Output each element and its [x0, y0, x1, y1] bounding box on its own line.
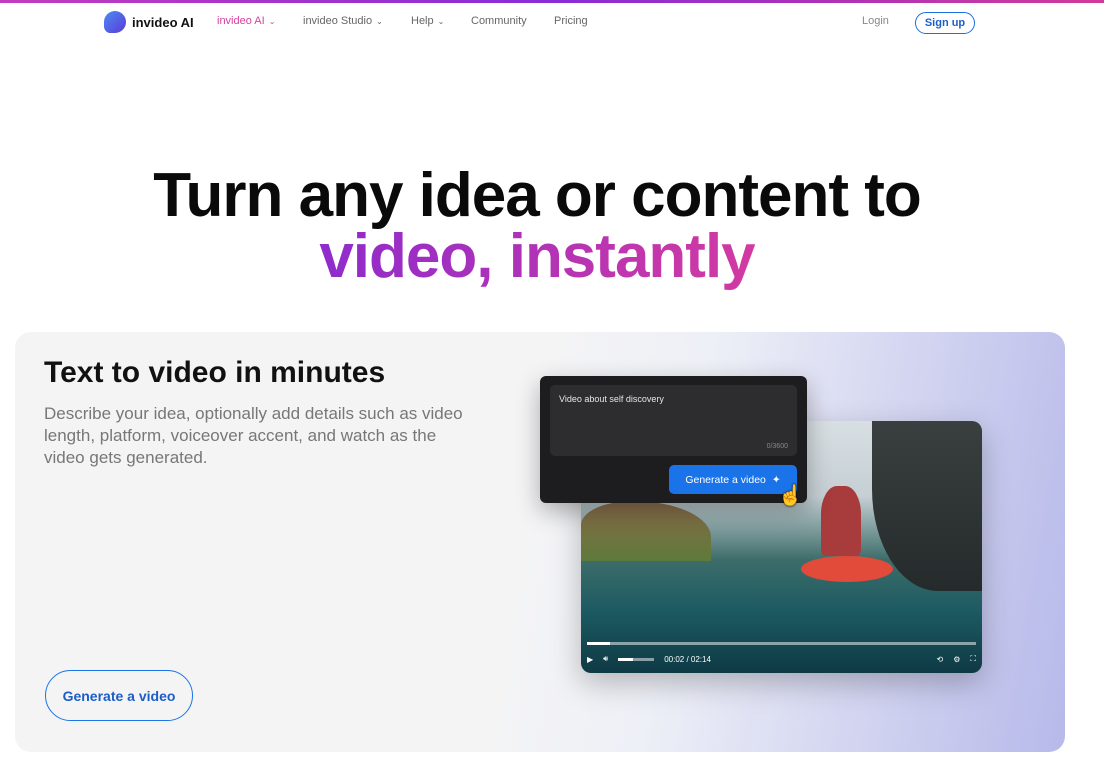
- nav-help[interactable]: Help ⌄: [411, 15, 444, 27]
- hero-title-line2: video, instantly: [319, 222, 755, 291]
- nav-invideo-ai[interactable]: invideo AI ⌄: [217, 15, 275, 27]
- nav-invideo-studio[interactable]: invideo Studio ⌄: [303, 15, 383, 27]
- nav-community[interactable]: Community: [471, 15, 527, 27]
- chevron-down-icon: ⌄: [376, 16, 383, 26]
- char-count: 0/3600: [766, 443, 788, 450]
- volume-icon[interactable]: 🔊︎: [603, 654, 608, 664]
- loop-icon[interactable]: ⟲: [937, 655, 944, 664]
- volume-slider[interactable]: [618, 657, 655, 661]
- prompt-input[interactable]: Video about self discovery 0/3600: [550, 385, 797, 456]
- generate-video-button[interactable]: Generate a video: [45, 670, 193, 721]
- card-description: Describe your idea, optionally add detai…: [44, 404, 463, 467]
- fullscreen-icon[interactable]: ⛶: [970, 654, 976, 664]
- brand-logo[interactable]: invideo AI: [104, 11, 194, 33]
- video-progress-bar[interactable]: [587, 642, 976, 645]
- logo-icon: [104, 11, 126, 33]
- video-scene-kayak: [801, 556, 893, 582]
- nav-pricing[interactable]: Pricing: [554, 15, 588, 27]
- login-link[interactable]: Login: [862, 15, 889, 27]
- brand-name: invideo AI: [132, 14, 194, 30]
- chevron-down-icon: ⌄: [437, 16, 445, 26]
- prompt-panel: Video about self discovery 0/3600 Generat…: [540, 376, 807, 503]
- video-scene-cliff: [581, 501, 711, 561]
- card-title: Text to video in minutes: [44, 356, 386, 389]
- settings-icon[interactable]: ⚙: [953, 655, 960, 664]
- top-nav: invideo AI invideo AI ⌄ invideo Studio ⌄ H…: [0, 0, 1104, 44]
- hand-cursor-icon: ☝: [778, 485, 803, 507]
- video-time: 00:02 / 02:14: [664, 654, 711, 664]
- play-icon[interactable]: ▶: [587, 655, 593, 664]
- video-scene-person: [821, 486, 861, 556]
- chevron-down-icon: ⌄: [268, 16, 276, 26]
- signup-button[interactable]: Sign up: [915, 12, 975, 34]
